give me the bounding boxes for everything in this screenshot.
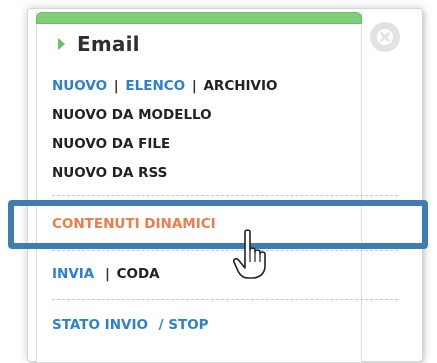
menu-link-coda[interactable]: CODA <box>117 266 160 282</box>
menu-divider <box>52 250 398 251</box>
menu-separator: | <box>191 78 197 94</box>
menu-link-elenco[interactable]: ELENCO <box>125 78 185 94</box>
email-panel-body <box>36 12 362 363</box>
menu-row-invia-coda: INVIA | CODA <box>52 266 160 282</box>
menu-divider <box>52 195 398 196</box>
close-icon <box>377 29 393 45</box>
panel-title-row[interactable]: Email <box>58 30 140 58</box>
close-button[interactable] <box>370 22 400 52</box>
menu-separator: | <box>104 266 110 282</box>
panel-title: Email <box>77 32 140 56</box>
menu-link-nuovo-da-modello[interactable]: NUOVO DA MODELLO <box>52 107 212 123</box>
menu-link-nuovo[interactable]: NUOVO <box>52 78 107 94</box>
menu-link-archivio[interactable]: ARCHIVIO <box>203 78 277 94</box>
highlight-annotation-box <box>8 200 428 249</box>
menu-link-nuovo-da-file[interactable]: NUOVO DA FILE <box>52 136 170 152</box>
hand-pointer-icon <box>233 229 266 279</box>
menu-separator: | <box>113 78 119 94</box>
menu-link-stato-invio[interactable]: STATO INVIO <box>52 317 148 333</box>
menu-divider <box>52 299 398 300</box>
menu-link-nuovo-da-rss[interactable]: NUOVO DA RSS <box>52 165 167 181</box>
panel-header-bar <box>36 12 362 24</box>
menu-link-stop[interactable]: / STOP <box>153 317 209 333</box>
menu-row-stato-invio-stop: STATO INVIO / STOP <box>52 317 209 333</box>
triangle-right-icon <box>58 38 65 50</box>
menu-row-nuovo-elenco-archivio: NUOVO | ELENCO | ARCHIVIO <box>52 78 278 94</box>
menu-link-invia[interactable]: INVIA <box>52 266 94 282</box>
